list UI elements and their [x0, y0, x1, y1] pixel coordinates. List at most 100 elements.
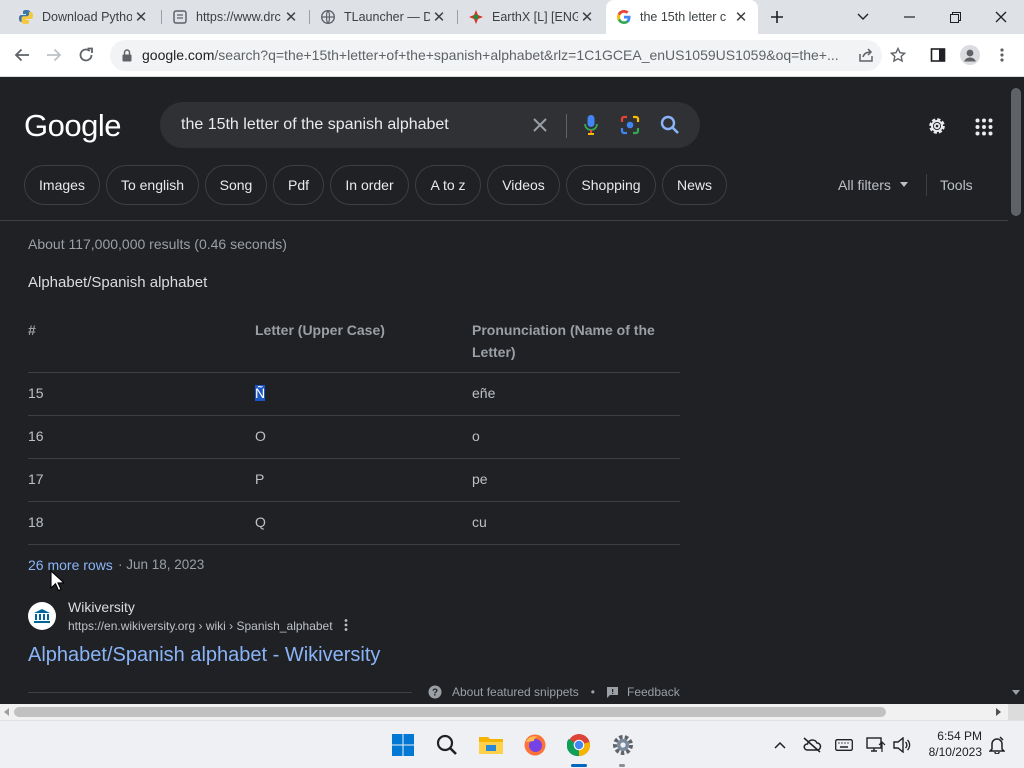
minimize-icon — [903, 16, 915, 18]
side-panel-button[interactable] — [924, 41, 952, 69]
close-window-button[interactable] — [978, 0, 1024, 34]
restore-button[interactable] — [932, 0, 978, 34]
url-text: google.com/search?q=the+15th+letter+of+t… — [142, 47, 842, 63]
chip-a-to-z[interactable]: A to z — [415, 165, 481, 205]
notifications-button[interactable] — [984, 729, 1010, 761]
close-icon — [533, 118, 547, 132]
about-featured-snippets-link[interactable]: ? About featured snippets • — [428, 685, 595, 699]
file-explorer-button[interactable] — [475, 729, 507, 761]
vertical-scrollbar-thumb[interactable] — [1011, 88, 1021, 216]
tab-title: Download Pytho — [42, 10, 132, 24]
search-input[interactable]: the 15th letter of the spanish alphabet — [181, 116, 449, 134]
scroll-down-arrow-icon[interactable] — [1012, 690, 1020, 696]
bookmark-button[interactable] — [884, 41, 912, 69]
horizontal-scrollbar[interactable] — [0, 704, 1008, 720]
taskbar-search-button[interactable] — [431, 729, 463, 761]
tab-title: https://www.drc — [196, 10, 281, 24]
restore-icon — [949, 11, 961, 23]
reload-icon — [79, 47, 93, 62]
firefox-button[interactable] — [519, 729, 551, 761]
result-title-link[interactable]: Alphabet/Spanish alphabet - Wikiversity — [28, 644, 380, 667]
google-apps-button[interactable] — [975, 118, 993, 141]
onedrive-tray-button[interactable] — [798, 729, 826, 761]
share-icon — [859, 48, 873, 62]
more-rows-link[interactable]: 26 more rows — [28, 557, 113, 573]
chip-in-order[interactable]: In order — [330, 165, 409, 205]
scroll-left-arrow-icon[interactable] — [4, 708, 10, 716]
chip-shopping[interactable]: Shopping — [566, 165, 656, 205]
close-tab-icon[interactable]: ✕ — [282, 8, 300, 26]
chevron-down-icon — [857, 13, 869, 20]
tab-google-active[interactable]: the 15th letter c ✕ — [606, 0, 758, 34]
tools-button[interactable]: Tools — [940, 177, 973, 193]
tab-earthx[interactable]: EarthX [L] [ENG ✕ — [458, 0, 604, 34]
side-panel-icon — [930, 48, 946, 62]
close-tab-icon[interactable]: ✕ — [430, 8, 448, 26]
search-box[interactable]: the 15th letter of the spanish alphabet — [160, 102, 700, 148]
chip-images[interactable]: Images — [24, 165, 100, 205]
volume-tray-button[interactable] — [888, 729, 916, 761]
close-tab-icon[interactable]: ✕ — [578, 8, 596, 26]
back-button[interactable] — [8, 41, 36, 69]
chip-videos[interactable]: Videos — [487, 165, 560, 205]
table-cell-number: 15 — [28, 385, 44, 401]
clock-time: 6:54 PM — [937, 729, 982, 743]
vertical-scrollbar[interactable] — [1008, 78, 1024, 704]
scrollbar-corner — [1008, 704, 1024, 720]
result-options-button[interactable] — [344, 618, 348, 635]
start-button[interactable] — [387, 729, 419, 761]
tab-search-button[interactable] — [840, 0, 886, 34]
show-hidden-icons-button[interactable] — [766, 729, 794, 761]
voice-search-button[interactable] — [584, 114, 598, 141]
feedback-link[interactable]: Feedback — [606, 685, 680, 699]
chip-news[interactable]: News — [662, 165, 727, 205]
table-cell-letter: O — [255, 428, 266, 444]
browser-menu-button[interactable] — [988, 41, 1016, 69]
reload-button[interactable] — [72, 41, 100, 69]
minimize-button[interactable] — [886, 0, 932, 34]
share-button[interactable] — [852, 41, 880, 69]
result-url: https://en.wikiversity.org › wiki › Span… — [68, 619, 333, 633]
feedback-label: Feedback — [627, 685, 680, 699]
table-row-divider — [28, 458, 680, 459]
chrome-button[interactable] — [563, 729, 595, 761]
close-tab-icon[interactable]: ✕ — [732, 8, 750, 26]
close-tab-icon[interactable]: ✕ — [132, 8, 150, 26]
scroll-right-arrow-icon[interactable] — [995, 708, 1001, 716]
address-bar[interactable]: google.com/search?q=the+15th+letter+of+t… — [110, 40, 882, 71]
keyboard-tray-button[interactable] — [830, 729, 858, 761]
lens-search-button[interactable] — [620, 115, 640, 140]
lens-icon — [620, 115, 640, 135]
chip-song[interactable]: Song — [205, 165, 267, 205]
clear-search-button[interactable] — [532, 117, 548, 138]
horizontal-scrollbar-thumb[interactable] — [14, 707, 886, 717]
tab-drc[interactable]: https://www.drc ✕ — [162, 0, 308, 34]
notification-bell-icon — [989, 736, 1005, 754]
all-filters-button[interactable]: All filters — [838, 177, 891, 193]
table-cell-letter[interactable]: Ñ — [255, 385, 266, 401]
tab-tlauncher[interactable]: TLauncher — D ✕ — [310, 0, 456, 34]
table-cell-letter: P — [255, 471, 265, 487]
wikiversity-favicon[interactable] — [28, 602, 56, 630]
settings-app-button[interactable] — [607, 729, 639, 761]
globe-icon — [320, 9, 336, 25]
clock-date: 8/10/2023 — [928, 745, 982, 759]
chrome-active-indicator — [571, 764, 587, 767]
keyboard-icon — [835, 739, 853, 751]
microphone-icon — [584, 115, 598, 135]
taskbar-clock[interactable]: 6:54 PM 8/10/2023 — [920, 728, 982, 760]
table-header-number: # — [28, 322, 36, 338]
search-submit-button[interactable] — [660, 115, 680, 140]
tab-python[interactable]: Download Pytho ✕ — [8, 0, 158, 34]
network-tray-button[interactable] — [862, 729, 890, 761]
result-stats: About 117,000,000 results (0.46 seconds) — [28, 236, 287, 252]
chip-to-english[interactable]: To english — [106, 165, 199, 205]
forward-button[interactable] — [40, 41, 68, 69]
profile-button[interactable] — [956, 41, 984, 69]
search-results-page: Google the 15th letter of the spanish al… — [0, 78, 1008, 704]
settings-button[interactable] — [926, 115, 948, 142]
about-featured-snippets-label: About featured snippets — [452, 685, 579, 699]
google-logo[interactable]: Google — [24, 108, 121, 144]
new-tab-button[interactable] — [754, 0, 800, 34]
chip-pdf[interactable]: Pdf — [273, 165, 324, 205]
